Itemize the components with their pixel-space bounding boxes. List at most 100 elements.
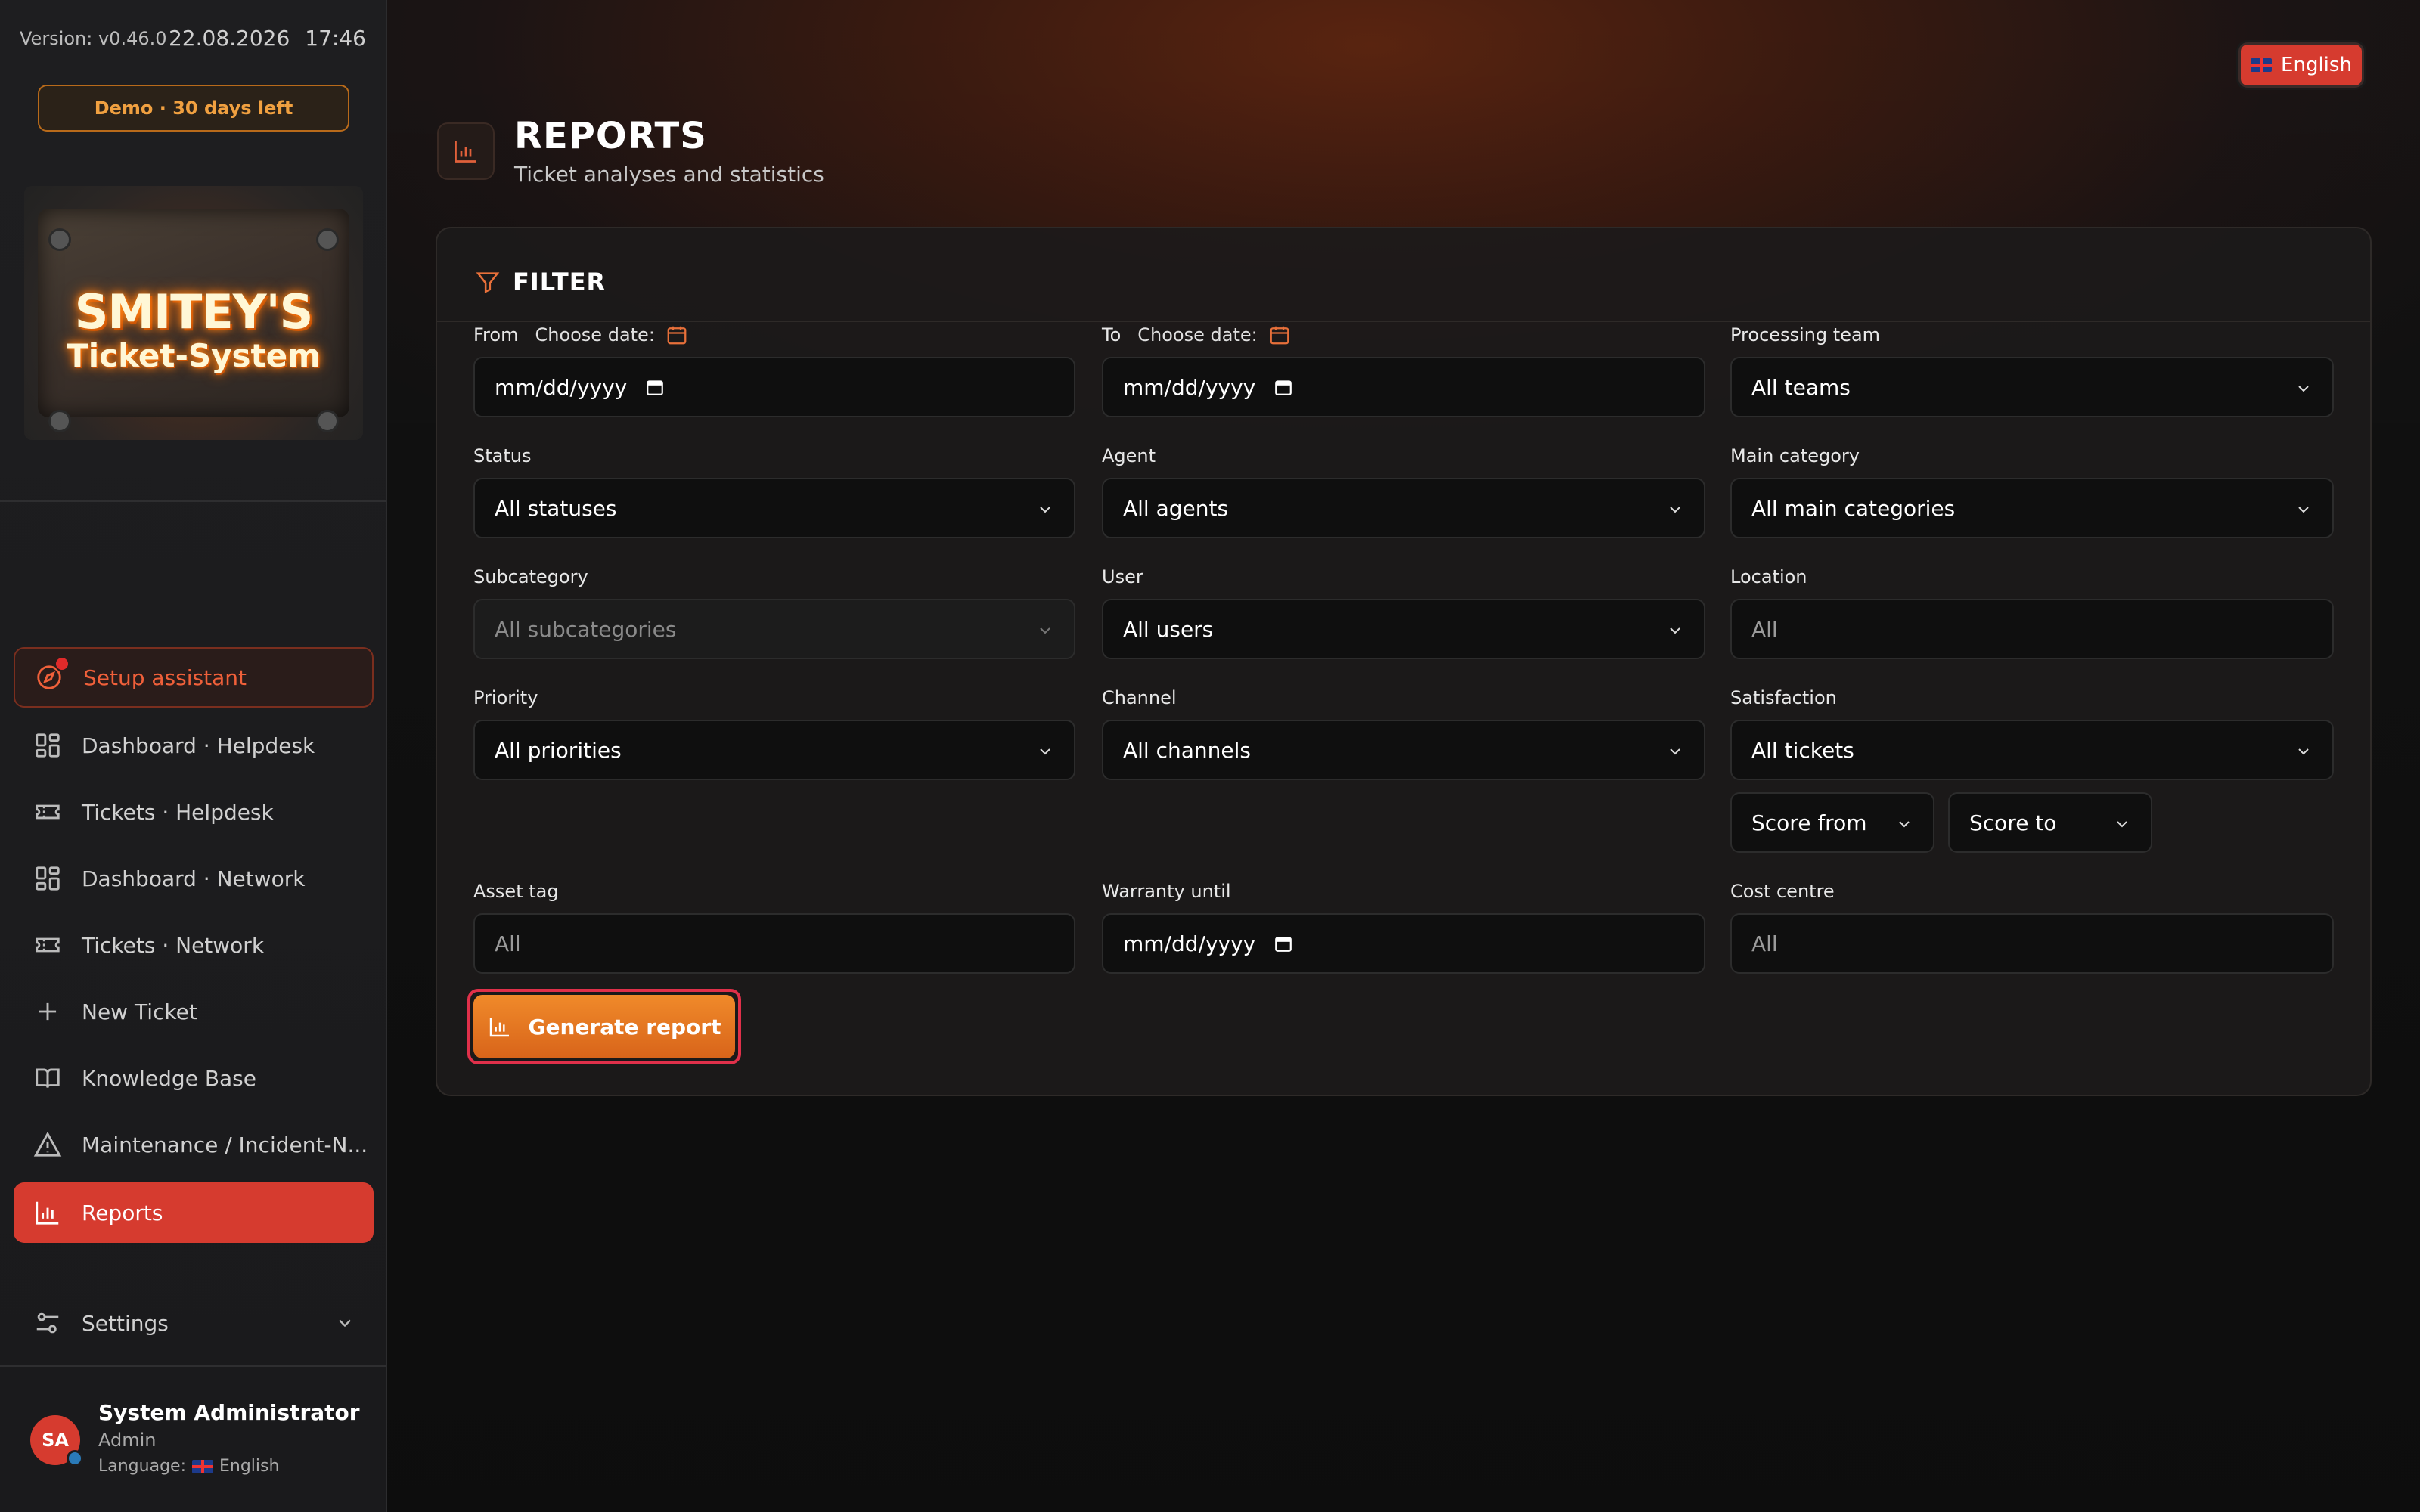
processing-team-select[interactable]: All teams bbox=[1730, 357, 2334, 417]
language-button-label: English bbox=[2281, 54, 2352, 76]
chevron-down-icon bbox=[2298, 386, 2309, 392]
choose-date-label: Choose date: bbox=[535, 324, 655, 345]
asset-tag-label: Asset tag bbox=[473, 881, 559, 902]
chevron-down-icon bbox=[1040, 627, 1050, 634]
channel-label-row: Channel bbox=[1102, 685, 1177, 711]
sidebar-item-reports[interactable]: Reports bbox=[14, 1182, 374, 1243]
avatar[interactable]: SA bbox=[30, 1415, 83, 1467]
plus-icon bbox=[39, 1002, 57, 1021]
location-placeholder: All bbox=[1751, 616, 1778, 642]
sidebar-item-setup-assistant[interactable]: Setup assistant bbox=[14, 647, 374, 708]
calendar-icon[interactable] bbox=[645, 377, 665, 397]
sidebar-item-settings[interactable]: Settings bbox=[14, 1293, 374, 1353]
sidebar-item-maintenance[interactable]: Maintenance / Incident-N... bbox=[14, 1114, 374, 1175]
sidebar-item-label: Dashboard · Helpdesk bbox=[82, 733, 315, 758]
processing-team-value: All teams bbox=[1751, 374, 1851, 400]
sidebar-item-label: Settings bbox=[82, 1310, 169, 1336]
page-subtitle: Ticket analyses and statistics bbox=[514, 162, 824, 187]
subcategory-label-row: Subcategory bbox=[473, 564, 588, 590]
ticket-icon bbox=[36, 937, 60, 953]
main-category-value: All main categories bbox=[1751, 495, 1956, 521]
channel-select[interactable]: All channels bbox=[1102, 720, 1705, 780]
sidebar-divider bbox=[0, 500, 386, 502]
page-title: REPORTS bbox=[514, 115, 707, 157]
version-label: Version: v0.46.0 bbox=[20, 27, 167, 49]
channel-label: Channel bbox=[1102, 687, 1177, 708]
calendar-icon[interactable] bbox=[1274, 377, 1293, 397]
calendar-icon[interactable] bbox=[1268, 324, 1291, 346]
main-category-label: Main category bbox=[1730, 445, 1860, 466]
user-role: Admin bbox=[98, 1430, 157, 1451]
bar-chart-icon bbox=[455, 141, 476, 163]
sidebar: Version: v0.46.0 22.08.2026 17:46 Demo ·… bbox=[0, 0, 387, 1512]
sidebar-item-knowledge-base[interactable]: Knowledge Base bbox=[14, 1048, 374, 1108]
logo-bolt bbox=[48, 410, 71, 432]
avatar-initials: SA bbox=[42, 1430, 69, 1451]
app-logo[interactable]: SMITEY'S Ticket-System bbox=[24, 186, 363, 440]
score-to-select[interactable]: Score to bbox=[1948, 792, 2152, 853]
main-category-select[interactable]: All main categories bbox=[1730, 478, 2334, 538]
cost-centre-label: Cost centre bbox=[1730, 881, 1835, 902]
sidebar-item-dashboard-network[interactable]: Dashboard · Network bbox=[14, 848, 374, 909]
logo-title: SMITEY'S bbox=[74, 284, 314, 339]
generate-report-button[interactable]: Generate report bbox=[473, 995, 735, 1058]
cost-centre-input[interactable]: All bbox=[1730, 913, 2334, 974]
calendar-icon[interactable] bbox=[1274, 934, 1293, 953]
satisfaction-value: All tickets bbox=[1751, 737, 1854, 763]
sliders-icon bbox=[36, 1312, 59, 1334]
subcategory-select[interactable]: All subcategories bbox=[473, 599, 1075, 659]
to-date-label-row: To Choose date: bbox=[1102, 322, 1291, 348]
chevron-down-icon bbox=[1040, 748, 1050, 755]
warning-icon bbox=[33, 1131, 62, 1157]
to-date-input[interactable]: mm/dd/yyyy bbox=[1102, 357, 1705, 417]
notification-dot bbox=[54, 656, 70, 671]
user-profile[interactable]: SA System Administrator Admin Language: … bbox=[30, 1400, 360, 1476]
book-icon bbox=[36, 1068, 60, 1088]
cost-centre-placeholder: All bbox=[1751, 931, 1778, 956]
sidebar-item-tickets-helpdesk[interactable]: Tickets · Helpdesk bbox=[14, 782, 374, 842]
date-label: 22.08.2026 bbox=[168, 26, 290, 51]
calendar-icon[interactable] bbox=[666, 324, 688, 346]
sidebar-item-new-ticket[interactable]: New Ticket bbox=[14, 981, 374, 1042]
sidebar-item-label: Tickets · Network bbox=[82, 932, 265, 958]
logo-bolt bbox=[316, 228, 339, 251]
generate-report-label: Generate report bbox=[528, 1014, 721, 1040]
sidebar-item-label: Dashboard · Network bbox=[82, 866, 306, 891]
agent-select[interactable]: All agents bbox=[1102, 478, 1705, 538]
satisfaction-label-row: Satisfaction bbox=[1730, 685, 1837, 711]
location-input[interactable]: All bbox=[1730, 599, 2334, 659]
status-select[interactable]: All statuses bbox=[473, 478, 1075, 538]
priority-select[interactable]: All priorities bbox=[473, 720, 1075, 780]
dashboard-icon bbox=[36, 733, 60, 758]
logo-bolt bbox=[316, 410, 339, 432]
chevron-down-icon bbox=[2117, 821, 2127, 828]
processing-team-label-row: Processing team bbox=[1730, 322, 1880, 348]
chevron-down-icon bbox=[1670, 627, 1680, 634]
score-from-value: Score from bbox=[1751, 810, 1867, 835]
uk-flag-icon bbox=[191, 1459, 213, 1473]
status-label: Status bbox=[473, 445, 532, 466]
user-value: All users bbox=[1123, 616, 1214, 642]
demo-badge[interactable]: Demo · 30 days left bbox=[38, 85, 349, 132]
user-name: System Administrator bbox=[98, 1400, 360, 1425]
subcategory-label: Subcategory bbox=[473, 566, 588, 587]
from-date-input[interactable]: mm/dd/yyyy bbox=[473, 357, 1075, 417]
uk-flag-icon bbox=[2251, 58, 2273, 72]
sidebar-item-dashboard-helpdesk[interactable]: Dashboard · Helpdesk bbox=[14, 715, 374, 776]
warranty-date-input[interactable]: mm/dd/yyyy bbox=[1102, 913, 1705, 974]
user-select[interactable]: All users bbox=[1102, 599, 1705, 659]
from-label: From bbox=[473, 324, 519, 345]
user-label: User bbox=[1102, 566, 1143, 587]
chevron-down-icon bbox=[1899, 821, 1910, 828]
user-info: System Administrator Admin Language: Eng… bbox=[98, 1400, 360, 1476]
logo-bolt bbox=[48, 228, 71, 251]
time-label: 17:46 bbox=[305, 26, 366, 51]
sidebar-item-tickets-network[interactable]: Tickets · Network bbox=[14, 915, 374, 975]
language-button[interactable]: English bbox=[2238, 42, 2364, 88]
score-from-select[interactable]: Score from bbox=[1730, 792, 1934, 853]
sidebar-item-label: Reports bbox=[82, 1200, 163, 1225]
asset-tag-input[interactable]: All bbox=[473, 913, 1075, 974]
processing-team-label: Processing team bbox=[1730, 324, 1881, 345]
satisfaction-select[interactable]: All tickets bbox=[1730, 720, 2334, 780]
ticket-icon bbox=[36, 804, 60, 820]
